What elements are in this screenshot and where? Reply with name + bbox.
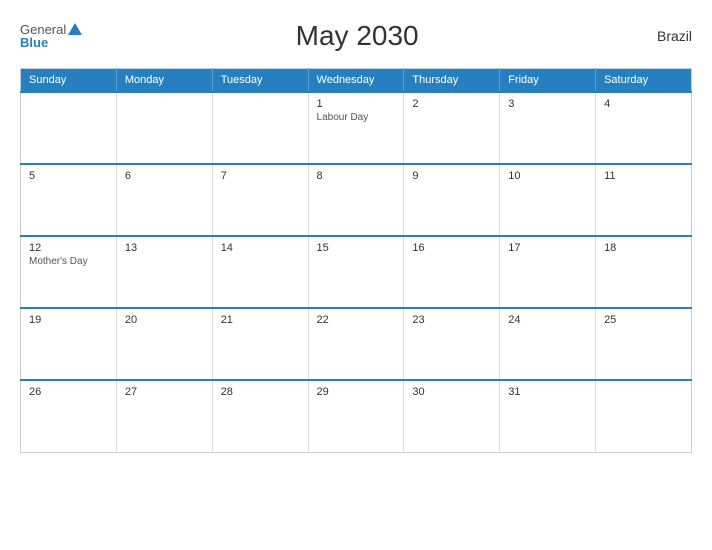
- calendar-cell: 19: [21, 308, 117, 380]
- logo-blue-text: Blue: [20, 36, 48, 49]
- calendar-title: May 2030: [82, 20, 632, 52]
- calendar-cell: 29: [308, 380, 404, 452]
- calendar-cell: 5: [21, 164, 117, 236]
- calendar-cell: 24: [500, 308, 596, 380]
- day-number: 6: [125, 170, 204, 182]
- calendar-week-row: 19 20 21 22 23 24 25: [21, 308, 692, 380]
- day-number: 10: [508, 170, 587, 182]
- calendar-week-row: 12 Mother's Day 13 14 15 16 17 18: [21, 236, 692, 308]
- page: General Blue May 2030 Brazil Sunday Mond…: [0, 0, 712, 550]
- calendar-cell: 25: [596, 308, 692, 380]
- col-tuesday: Tuesday: [212, 69, 308, 93]
- col-monday: Monday: [116, 69, 212, 93]
- logo: General Blue: [20, 23, 82, 49]
- day-number: 22: [317, 314, 396, 326]
- col-thursday: Thursday: [404, 69, 500, 93]
- day-number: 30: [412, 386, 491, 398]
- calendar-cell: 31: [500, 380, 596, 452]
- col-wednesday: Wednesday: [308, 69, 404, 93]
- calendar-cell: 6: [116, 164, 212, 236]
- day-number: 2: [412, 98, 491, 110]
- calendar-cell: 4: [596, 92, 692, 164]
- calendar-cell: [596, 380, 692, 452]
- calendar-cell: 12 Mother's Day: [21, 236, 117, 308]
- calendar-cell: 30: [404, 380, 500, 452]
- calendar-header-row: Sunday Monday Tuesday Wednesday Thursday…: [21, 69, 692, 93]
- day-number: 4: [604, 98, 683, 110]
- day-number: 26: [29, 386, 108, 398]
- header: General Blue May 2030 Brazil: [20, 20, 692, 52]
- day-number: 23: [412, 314, 491, 326]
- day-number: 18: [604, 242, 683, 254]
- day-number: 28: [221, 386, 300, 398]
- logo-triangle-icon: [68, 23, 82, 35]
- day-number: 9: [412, 170, 491, 182]
- calendar-cell: 9: [404, 164, 500, 236]
- calendar-cell: 8: [308, 164, 404, 236]
- calendar-cell: 1 Labour Day: [308, 92, 404, 164]
- calendar-week-row: 26 27 28 29 30 31: [21, 380, 692, 452]
- day-number: 5: [29, 170, 108, 182]
- day-number: 15: [317, 242, 396, 254]
- calendar-cell: 3: [500, 92, 596, 164]
- calendar-cell: 18: [596, 236, 692, 308]
- day-number: 7: [221, 170, 300, 182]
- day-number: 19: [29, 314, 108, 326]
- calendar-cell: 10: [500, 164, 596, 236]
- calendar-cell: [116, 92, 212, 164]
- calendar-cell: 11: [596, 164, 692, 236]
- calendar-cell: 15: [308, 236, 404, 308]
- day-number: 13: [125, 242, 204, 254]
- day-number: 21: [221, 314, 300, 326]
- calendar-cell: 7: [212, 164, 308, 236]
- calendar-cell: 20: [116, 308, 212, 380]
- day-number: 29: [317, 386, 396, 398]
- day-number: 27: [125, 386, 204, 398]
- calendar-cell: [212, 92, 308, 164]
- calendar-cell: 14: [212, 236, 308, 308]
- day-number: 1: [317, 98, 396, 110]
- calendar-week-row: 5 6 7 8 9 10 11: [21, 164, 692, 236]
- day-number: 8: [317, 170, 396, 182]
- calendar-cell: 27: [116, 380, 212, 452]
- calendar-cell: 28: [212, 380, 308, 452]
- day-number: 20: [125, 314, 204, 326]
- calendar-cell: 17: [500, 236, 596, 308]
- day-number: 11: [604, 170, 683, 182]
- day-number: 3: [508, 98, 587, 110]
- calendar-cell: 16: [404, 236, 500, 308]
- day-number: 31: [508, 386, 587, 398]
- calendar-cell: 13: [116, 236, 212, 308]
- col-friday: Friday: [500, 69, 596, 93]
- day-number: 25: [604, 314, 683, 326]
- calendar-cell: [21, 92, 117, 164]
- calendar-cell: 23: [404, 308, 500, 380]
- country-label: Brazil: [632, 28, 692, 44]
- calendar-cell: 21: [212, 308, 308, 380]
- holiday-label: Mother's Day: [29, 256, 108, 267]
- day-number: 24: [508, 314, 587, 326]
- calendar-cell: 26: [21, 380, 117, 452]
- calendar-cell: 2: [404, 92, 500, 164]
- calendar-cell: 22: [308, 308, 404, 380]
- calendar-table: Sunday Monday Tuesday Wednesday Thursday…: [20, 68, 692, 453]
- day-number: 12: [29, 242, 108, 254]
- day-number: 14: [221, 242, 300, 254]
- col-sunday: Sunday: [21, 69, 117, 93]
- col-saturday: Saturday: [596, 69, 692, 93]
- holiday-label: Labour Day: [317, 112, 396, 123]
- day-number: 17: [508, 242, 587, 254]
- day-number: 16: [412, 242, 491, 254]
- calendar-week-row: 1 Labour Day 2 3 4: [21, 92, 692, 164]
